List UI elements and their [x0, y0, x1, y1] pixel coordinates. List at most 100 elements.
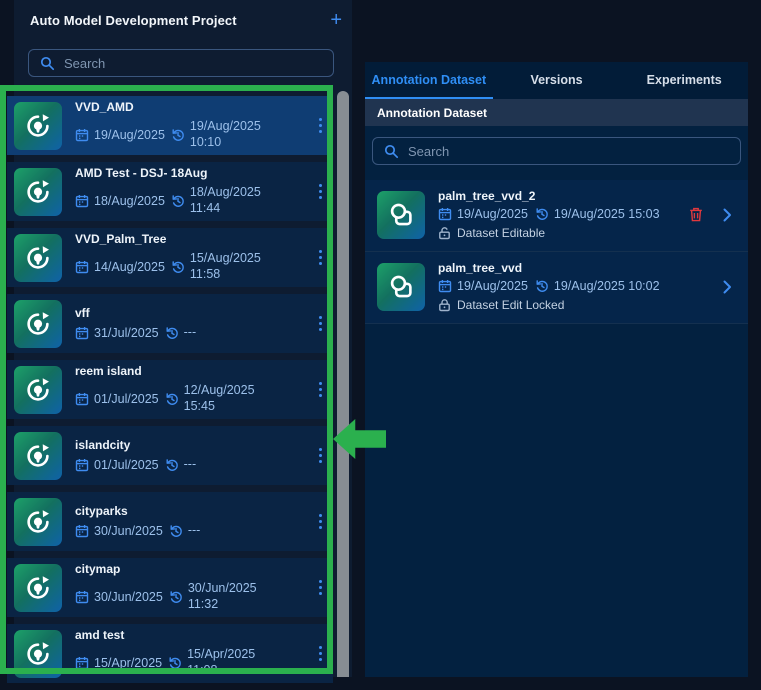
updated-date-group: 19/Aug/2025 10:02: [535, 279, 660, 293]
kebab-menu-icon[interactable]: [317, 444, 324, 467]
project-list-item[interactable]: citymap 30/Jun/2025: [7, 558, 333, 617]
clock-icon: [165, 458, 179, 472]
clock-icon: [169, 524, 183, 538]
created-date-group: 14/Aug/2025: [75, 260, 165, 274]
project-name: islandcity: [75, 438, 317, 452]
created-date: 01/Jul/2025: [94, 458, 159, 472]
chevron-right-icon[interactable]: [723, 280, 732, 294]
project-info: cityparks 30/Jun/2025: [75, 504, 317, 539]
calendar-icon: [75, 326, 89, 340]
dataset-search-input[interactable]: Search: [372, 137, 741, 165]
project-icon: [14, 234, 62, 282]
project-info: VVD_Palm_Tree 14/Aug/2: [75, 232, 317, 282]
kebab-menu-icon[interactable]: [317, 180, 324, 203]
calendar-icon: [75, 590, 89, 604]
created-date: 19/Aug/2025: [94, 128, 165, 142]
created-date-group: 15/Apr/2025: [75, 656, 162, 670]
project-name: VVD_Palm_Tree: [75, 232, 317, 246]
project-meta: 18/Aug/2025 18/Aug/2025 11:44: [75, 185, 317, 216]
dataset-icon: [377, 263, 425, 311]
calendar-icon: [75, 260, 89, 274]
updated-date-group: 19/Aug/2025 15:03: [535, 207, 660, 221]
project-list-item[interactable]: AMD Test - DSJ- 18Aug: [7, 162, 333, 221]
calendar-icon: [438, 207, 452, 221]
project-list-item[interactable]: VVD_Palm_Tree 14/Aug/2: [7, 228, 333, 287]
updated-date-group: 18/Aug/2025 11:44: [171, 185, 283, 216]
project-meta: 15/Apr/2025 15/Apr/2025 11:08: [75, 647, 317, 678]
calendar-icon: [75, 392, 89, 406]
dataset-status-label: Dataset Editable: [457, 226, 545, 240]
kebab-menu-icon[interactable]: [317, 642, 324, 665]
clock-icon: [171, 194, 185, 208]
dataset-list-item[interactable]: palm_tree_vvd_2 19/Aug: [365, 180, 748, 252]
search-icon: [384, 144, 399, 159]
calendar-icon: [75, 524, 89, 538]
created-date-group: 19/Aug/2025: [438, 207, 528, 221]
created-date: 01/Jul/2025: [94, 392, 159, 406]
section-title: Annotation Dataset: [377, 106, 487, 120]
project-name: vff: [75, 306, 317, 320]
project-list-item[interactable]: cityparks 30/Jun/2025: [7, 492, 333, 551]
created-date-group: 30/Jun/2025: [75, 590, 163, 604]
project-list-item[interactable]: islandcity 01/Jul/2025: [7, 426, 333, 485]
created-date: 30/Jun/2025: [94, 524, 163, 538]
dataset-meta: 19/Aug/2025 19/Aug/2025 15:03: [438, 207, 689, 221]
clock-icon: [165, 326, 179, 340]
clock-icon: [535, 279, 549, 293]
kebab-menu-icon[interactable]: [317, 576, 324, 599]
dataset-status-label: Dataset Edit Locked: [457, 298, 564, 312]
project-info: VVD_AMD 19/Aug/2025: [75, 100, 317, 150]
lock-open-icon: [438, 226, 451, 240]
sidebar-scrollbar[interactable]: [337, 91, 349, 677]
updated-date-group: 15/Aug/2025 11:58: [171, 251, 283, 282]
calendar-icon: [75, 128, 89, 142]
kebab-menu-icon[interactable]: [317, 114, 324, 137]
clock-icon: [165, 392, 179, 406]
dataset-list-item[interactable]: palm_tree_vvd 19/Aug/2: [365, 252, 748, 324]
project-list-item[interactable]: vff 31/Jul/2025: [7, 294, 333, 353]
updated-datetime: 30/Jun/2025 11:32: [188, 581, 281, 612]
chevron-right-icon[interactable]: [723, 208, 732, 222]
section-header: Annotation Dataset: [365, 99, 748, 126]
kebab-menu-icon[interactable]: [317, 246, 324, 269]
project-list-item[interactable]: VVD_AMD 19/Aug/2025: [7, 96, 333, 155]
project-icon: [14, 498, 62, 546]
kebab-menu-icon[interactable]: [317, 378, 324, 401]
dataset-meta: 19/Aug/2025 19/Aug/2025 10:02: [438, 279, 723, 293]
project-list-item[interactable]: amd test 15/Apr/2025: [7, 624, 333, 683]
kebab-menu-icon[interactable]: [317, 312, 324, 335]
tab-label: Annotation Dataset: [372, 73, 487, 87]
project-icon: [14, 366, 62, 414]
created-date: 18/Aug/2025: [94, 194, 165, 208]
updated-datetime: 19/Aug/2025 10:10: [190, 119, 283, 150]
trash-icon[interactable]: [689, 207, 703, 222]
project-sidebar: Auto Model Development Project + Search …: [14, 0, 352, 677]
project-meta: 30/Jun/2025 ---: [75, 523, 317, 539]
project-name: cityparks: [75, 504, 317, 518]
project-icon: [14, 564, 62, 612]
calendar-icon: [75, 458, 89, 472]
dataset-actions: [689, 207, 732, 222]
sidebar-header: Auto Model Development Project +: [30, 9, 342, 31]
updated-date-group: ---: [165, 325, 277, 341]
project-meta: 01/Jul/2025 ---: [75, 457, 317, 473]
tab[interactable]: Annotation Dataset: [365, 62, 493, 99]
created-date-group: 19/Aug/2025: [75, 128, 165, 142]
tab-label: Versions: [530, 73, 582, 87]
updated-date-group: ---: [165, 457, 277, 473]
updated-date-group: 15/Apr/2025 11:08: [168, 647, 280, 678]
dataset-status: Dataset Editable: [438, 226, 689, 240]
updated-date-group: ---: [169, 523, 281, 539]
created-date-group: 30/Jun/2025: [75, 524, 163, 538]
kebab-menu-icon[interactable]: [317, 510, 324, 533]
project-search-input[interactable]: Search: [28, 49, 334, 77]
project-list-item[interactable]: reem island 01/Jul/202: [7, 360, 333, 419]
tab[interactable]: Experiments: [620, 62, 748, 99]
tab[interactable]: Versions: [493, 62, 621, 99]
project-info: amd test 15/Apr/2025: [75, 628, 317, 678]
project-name: reem island: [75, 364, 317, 378]
created-date-group: 01/Jul/2025: [75, 458, 159, 472]
add-project-button[interactable]: +: [330, 11, 342, 29]
dataset-status: Dataset Edit Locked: [438, 298, 723, 312]
dataset-name: palm_tree_vvd_2: [438, 189, 689, 203]
